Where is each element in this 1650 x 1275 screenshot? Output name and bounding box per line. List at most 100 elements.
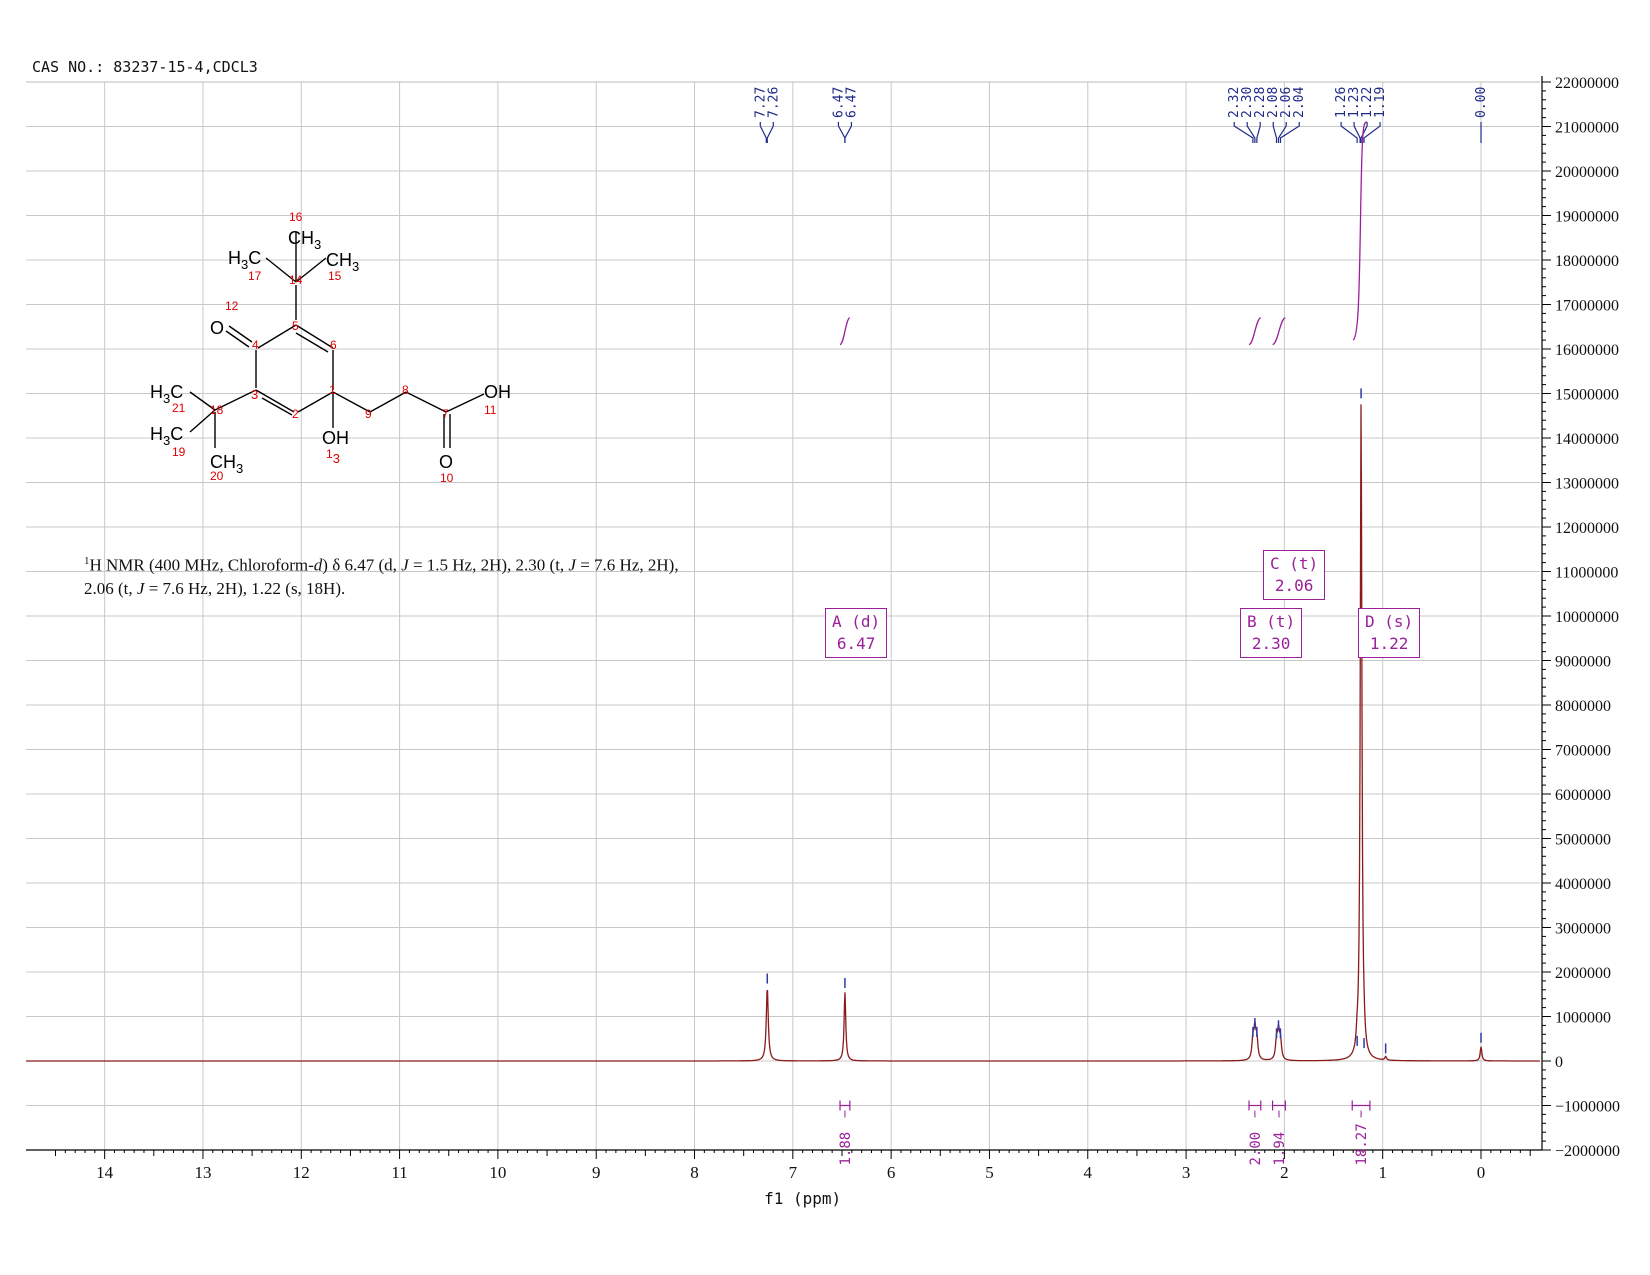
summary-line-1: 1H NMR (400 MHz, Chloroform-d) δ 6.47 (d… — [84, 550, 679, 577]
atom-number: 17 — [248, 269, 262, 283]
y-tick-label: 10000000 — [1555, 609, 1619, 626]
x-tick-label: 13 — [194, 1163, 211, 1182]
integral-value: 2.00 — [1248, 1132, 1264, 1166]
x-tick-label: 3 — [1182, 1163, 1191, 1182]
atom-o-10: O — [439, 452, 453, 472]
grid-lines — [26, 81, 1540, 1151]
peak-connector — [1256, 122, 1261, 143]
x-tick-label: 6 — [887, 1163, 896, 1182]
x-tick-label: 9 — [592, 1163, 601, 1182]
atom-number: 21 — [172, 401, 186, 415]
y-tick-label: 1000000 — [1555, 1010, 1611, 1027]
peak-shift-label: 2.04 — [1292, 87, 1307, 118]
peak-shift-label: 0.00 — [1474, 87, 1489, 118]
nmr-summary-text: 1H NMR (400 MHz, Chloroform-d) δ 6.47 (d… — [84, 550, 679, 600]
multiplet-shift: 2.30 — [1251, 634, 1291, 653]
y-tick-label: 4000000 — [1555, 876, 1611, 893]
atom-number: 10 — [440, 471, 454, 485]
multiplet-box: D (s) 1.22 — [1358, 608, 1421, 658]
peak-connector — [1272, 122, 1278, 143]
atom-number: 2 — [292, 407, 299, 421]
multiplet-box: A (d) 6.47 — [825, 608, 888, 658]
atom-number: 1 — [329, 383, 336, 397]
spectrum-line — [26, 404, 1540, 1062]
integral-curve — [1272, 317, 1286, 346]
integral-value: 1.94 — [1272, 1132, 1288, 1166]
peak-shift-label: 6.47 — [844, 87, 859, 118]
summary-seg: = 7.6 Hz, 2H), 1.22 (s, 18H). — [144, 578, 346, 598]
atom-number: 15 — [328, 269, 342, 283]
coupling-j: J — [568, 555, 576, 575]
peak-shift-label: 7.26 — [766, 87, 781, 118]
multiplet-name: B (t) — [1247, 612, 1296, 631]
y-tick-label: 21000000 — [1555, 120, 1619, 137]
atom-number: 4 — [252, 338, 259, 352]
x-tick-label: 11 — [391, 1163, 407, 1182]
atom-number: 6 — [330, 338, 337, 352]
multiplet-shift: 2.06 — [1274, 576, 1314, 595]
y-tick-label: 7000000 — [1555, 743, 1611, 760]
atom-number: 20 — [210, 469, 224, 483]
multiplet-shift: 1.22 — [1369, 634, 1409, 653]
y-tick-label: 14000000 — [1555, 431, 1619, 448]
atom-number: 14 — [289, 273, 303, 287]
bond — [405, 391, 447, 413]
peak-labels: 7.277.26 6.476.47 2.322.302.282.082.062.04… — [753, 87, 1489, 143]
bond — [369, 391, 407, 413]
coupling-j: J — [401, 555, 409, 575]
x-tick-label: 7 — [789, 1163, 798, 1182]
multiplet-box: C (t) 2.06 — [1263, 550, 1326, 600]
integral-curve-large — [1352, 121, 1368, 341]
peak-connector — [759, 122, 767, 143]
y-tick-label: 13000000 — [1555, 476, 1619, 493]
atom-number: 7 — [442, 407, 449, 421]
multiplet-name: A (d) — [832, 612, 881, 631]
atom-number: 11 — [484, 403, 497, 417]
integral-curve — [839, 317, 851, 346]
y-tick-label: 2000000 — [1555, 965, 1611, 982]
bond — [257, 324, 297, 349]
peak-connector — [1279, 122, 1300, 143]
x-axis-label: f1 (ppm) — [764, 1189, 841, 1208]
peak-connector — [1233, 122, 1254, 143]
summary-seg: ) δ 6.47 (d, — [322, 555, 402, 575]
y-axis-ticks: 2200000021000000200000001900000018000000… — [1542, 75, 1620, 1160]
y-tick-label: 15000000 — [1555, 387, 1619, 404]
spectrum-trace — [26, 388, 1540, 1062]
summary-seg: 2.06 (t, — [84, 578, 137, 598]
summary-seg: = 7.6 Hz, 2H), — [575, 555, 679, 575]
atom-number: 18 — [210, 403, 224, 417]
peak-shift-label: 1.19 — [1373, 87, 1388, 118]
x-tick-label: 5 — [985, 1163, 994, 1182]
y-tick-label: 22000000 — [1555, 75, 1619, 92]
y-tick-label: 6000000 — [1555, 787, 1611, 804]
summary-seg: = 1.5 Hz, 2H), 2.30 (t, — [408, 555, 569, 575]
multiplet-name: D (s) — [1365, 612, 1414, 631]
peak-connector — [1277, 122, 1287, 143]
y-tick-label: 11000000 — [1555, 565, 1618, 582]
chemical-structure-labels: CH3 H3C CH3 O H3C H3C CH3 OH OH O 16 17 … — [150, 210, 511, 485]
atom-number: 16 — [289, 210, 303, 224]
x-tick-label: 10 — [489, 1163, 506, 1182]
y-tick-label: 20000000 — [1555, 164, 1619, 181]
peak-connector — [1340, 122, 1358, 143]
atom-number: 13 — [326, 447, 340, 466]
y-tick-label: 19000000 — [1555, 209, 1619, 226]
atom-number: 9 — [365, 407, 372, 421]
atom-number: 8 — [402, 383, 409, 397]
peak-connector — [844, 122, 853, 143]
peak-connector — [766, 122, 774, 143]
integral-curve — [1248, 317, 1262, 346]
x-tick-label: 1 — [1378, 1163, 1387, 1182]
peak-connector — [1363, 122, 1381, 143]
y-tick-label: 8000000 — [1555, 698, 1611, 715]
atom-ch3-16: CH3 — [288, 228, 321, 252]
bond — [297, 391, 334, 413]
y-tick-label: 5000000 — [1555, 832, 1611, 849]
bond — [261, 397, 293, 416]
x-tick-label: 0 — [1477, 1163, 1486, 1182]
peak-connector — [837, 122, 846, 143]
y-tick-label: 16000000 — [1555, 342, 1619, 359]
bond — [225, 330, 250, 348]
bond — [228, 325, 253, 343]
